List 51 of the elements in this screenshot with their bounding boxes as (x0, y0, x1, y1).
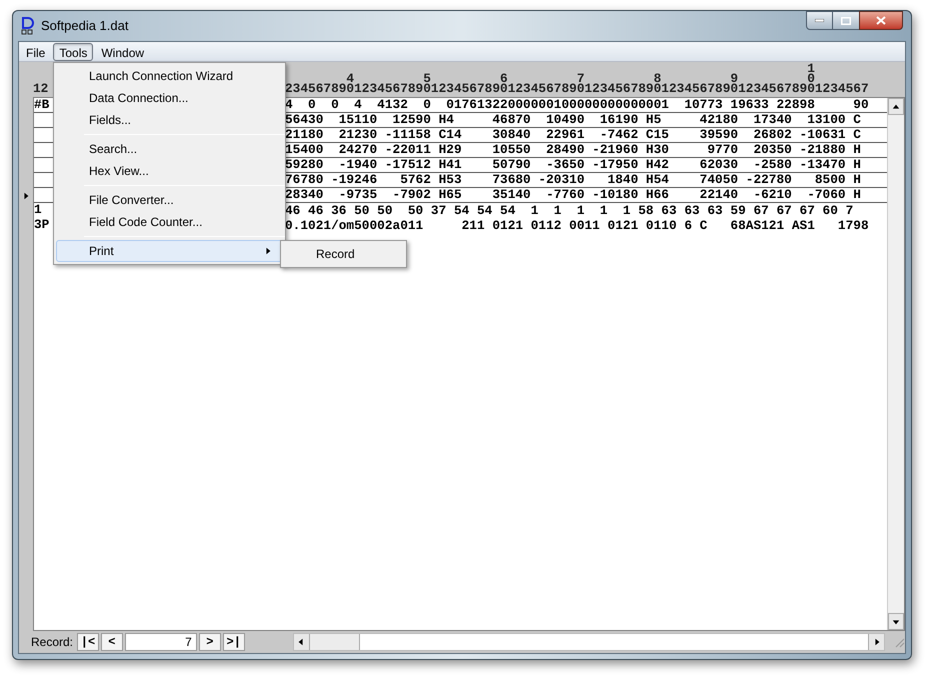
last-record-button[interactable]: >| (222, 633, 245, 651)
ruler-tens: 4 5 6 7 8 9 0 (346, 74, 815, 84)
scroll-thumb[interactable] (310, 634, 360, 650)
record-label: Record: (31, 634, 74, 651)
menu-item[interactable]: Search... (56, 138, 283, 160)
resize-grip-icon (893, 636, 905, 648)
menu-bar-item[interactable]: Tools (53, 42, 94, 60)
window-title: Softpedia 1.dat (41, 17, 128, 36)
app-icon (21, 17, 35, 35)
maximize-icon (841, 16, 851, 24)
scroll-left-button[interactable] (294, 634, 310, 650)
grid-cell: 28340 -9735 -7902 H65 35140 -7760 -10180 H66 22140 -6210 -7060 H (285, 188, 861, 202)
grid-cell: 76780 -19246 5762 H53 73680 -20310 1840 H54 74050 -22780 8500 H (285, 173, 861, 187)
next-record-button[interactable]: > (198, 633, 221, 651)
minimize-button[interactable] (806, 11, 833, 30)
menu-bar-item[interactable]: File (20, 42, 52, 60)
minimize-icon (815, 19, 824, 22)
right-arrow-icon (872, 638, 881, 646)
grid-cell: 4 0 0 4 4132 0 01761322000000100000000000001 10773 19633 22898 90 (285, 98, 869, 112)
menu-item[interactable]: File Converter... (56, 189, 283, 211)
down-arrow-icon (892, 618, 900, 626)
submenu-arrow-icon (264, 247, 272, 255)
menu-bar-item[interactable]: Window (95, 42, 150, 60)
close-icon (876, 16, 886, 25)
maximize-button[interactable] (833, 11, 859, 30)
ruler-hundreds: 1 (806, 64, 815, 74)
grid-cell: 0.1021/om50002a011 211 0121 0112 0011 0121 0110 6 C 68AS121 AS1 1798 (285, 218, 869, 232)
grid-cell: 56430 15110 12590 H4 46870 10490 16190 H5 42180 17340 13100 C (285, 113, 861, 127)
current-row-icon (22, 192, 30, 200)
ruler-units: 2345678901234567890123456789012345678901234567890123456789012345678901234567 (285, 84, 869, 94)
vertical-scrollbar[interactable] (887, 98, 904, 630)
record-number-field[interactable]: 7 (124, 633, 197, 651)
menu-item[interactable]: Fields... (56, 109, 283, 131)
menu-item[interactable]: Hex View... (56, 160, 283, 182)
horizontal-scrollbar[interactable] (292, 633, 886, 651)
left-arrow-icon (297, 638, 306, 646)
grid-cell: 21180 21230 -11158 C14 30840 22961 -7462 C15 39590 26802 -10631 C (285, 128, 861, 142)
close-button[interactable] (859, 11, 903, 30)
up-arrow-icon (892, 102, 900, 110)
scroll-up-button[interactable] (888, 98, 904, 115)
scroll-down-button[interactable] (888, 613, 904, 630)
ruler-units: 12 (33, 84, 50, 94)
scroll-right-button[interactable] (868, 634, 884, 650)
menu-item[interactable]: Launch Connection Wizard (56, 65, 283, 87)
grid-cell: 15400 24270 -22011 H29 10550 28490 -21960 H30 9770 20350 -21880 H (285, 143, 861, 157)
grid-cell: 59280 -1940 -17512 H41 50790 -3650 -17950 H42 62030 -2580 -13470 H (285, 158, 861, 172)
first-record-button[interactable]: |< (77, 633, 99, 651)
grid-cell: 46 46 36 50 50 50 37 54 54 54 1 1 1 1 1 58 63 63 63 59 67 67 67 60 7 (285, 204, 854, 218)
menu-item[interactable]: Print (56, 240, 283, 262)
menu-item[interactable]: Record (283, 243, 404, 265)
previous-record-button[interactable]: < (100, 633, 123, 651)
